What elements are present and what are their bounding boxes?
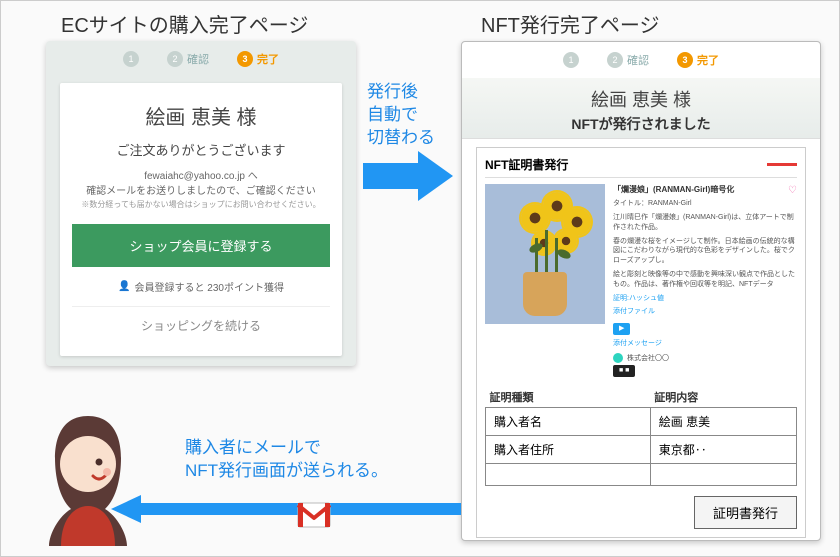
cell-buyer-name-value[interactable]: 絵画 恵美 (650, 408, 796, 436)
msg-label: 添付メッセージ (613, 339, 797, 349)
issue-certificate-button[interactable]: 証明書発行 (694, 496, 797, 529)
accent-bar (767, 163, 797, 166)
owner-dot-icon (613, 353, 623, 363)
progress-steps-r: 1 2確認 3完了 (462, 42, 820, 78)
step-1-r: 1 (563, 52, 579, 68)
cell-buyer-addr-value[interactable]: 東京都‥ (650, 436, 796, 464)
mail-annotation: 購入者にメールで NFT発行画面が送られる。 (185, 437, 388, 483)
app-badge[interactable]: ■ ■ (613, 365, 635, 377)
step-2: 2確認 (167, 51, 209, 67)
left-title: ECサイトの購入完了ページ (61, 9, 308, 38)
hash-label: 証明:ハッシュ値 (613, 294, 797, 304)
thanks-msg: ご注文ありがとうございます (72, 140, 330, 159)
cell-buyer-name-label[interactable]: 購入者名 (486, 408, 651, 436)
arrow-right-icon (363, 151, 453, 206)
progress-steps: 1 2確認 3完了 (46, 41, 356, 77)
order-card: 絵画 恵美 様 ご注文ありがとうございます fewaiahc@yahoo.co.… (60, 83, 342, 356)
step-1: 1 (123, 51, 139, 67)
customer-name: 絵画 恵美 様 (72, 101, 330, 130)
nft-issued-msg: NFTが発行されました (462, 114, 820, 134)
gmail-icon (297, 502, 331, 528)
ec-panel: 1 2確認 3完了 絵画 恵美 様 ご注文ありがとうございます fewaiahc… (46, 41, 356, 366)
certificate-table: 証明種類 証明内容 購入者名 絵画 恵美 購入者住所 東京都‥ (485, 387, 797, 486)
cell-buyer-addr-label[interactable]: 購入者住所 (486, 436, 651, 464)
artwork-image (485, 184, 605, 324)
artwork-desc3: 春の爛漫な桜をイメージして制作。日本絵画の伝統的な構図にこだわりながら現代的な色… (613, 237, 797, 266)
email-msg: 確認メールをお送りしましたので、ご確認ください (72, 184, 330, 199)
switch-annotation: 発行後 自動で 切替わる (367, 81, 435, 150)
cell-empty[interactable] (486, 464, 651, 486)
artwork-meta: ♡ 「爛漫娘」(RANMAN-Girl)暗号化 タイトル：RANMAN-Girl… (613, 184, 797, 377)
th-kind: 証明種類 (486, 387, 651, 408)
arrow-left-icon (111, 495, 461, 528)
table-row: 購入者名 絵画 恵美 (486, 408, 797, 436)
email-to: fewaiahc@yahoo.co.jp へ (72, 169, 330, 184)
table-row: 購入者住所 東京都‥ (486, 436, 797, 464)
nft-customer-name: 絵画 恵美 様 (462, 86, 820, 112)
artwork-title: 「爛漫娘」(RANMAN-Girl)暗号化 (613, 184, 797, 195)
heart-icon[interactable]: ♡ (788, 184, 797, 198)
cell-empty[interactable] (650, 464, 796, 486)
artwork-desc2: 江川晴巳作「爛漫娘」(RANMAN-Girl)は、立体アートで制作された作品。 (613, 213, 797, 233)
certificate-heading: NFT証明書発行 (485, 156, 797, 178)
step-2-r: 2確認 (607, 52, 649, 68)
twitter-badge[interactable]: ▶ (613, 323, 630, 335)
file-label: 添付ファイル (613, 307, 797, 317)
artwork-desc4: 絵と彫刻と映像等の中で感動を興味深い観点で作品としたもの。作品は、著作権や回収等… (613, 270, 797, 290)
th-content: 証明内容 (650, 387, 796, 408)
right-title: NFT発行完了ページ (481, 9, 659, 38)
email-note: ※数分経っても届かない場合はショップにお問い合わせください。 (72, 199, 330, 210)
step-3-r: 3完了 (677, 52, 719, 68)
buyer-avatar-icon (41, 406, 136, 546)
step-3: 3完了 (237, 51, 279, 67)
continue-shopping-link[interactable]: ショッピングを続ける (72, 306, 330, 344)
artwork-desc1: タイトル：RANMAN-Girl (613, 199, 797, 209)
table-row (486, 464, 797, 486)
certificate-box: NFT証明書発行 ♡ 「爛漫娘」(RANMAN-Girl)暗号化 タイトル：RA… (476, 147, 806, 538)
register-button[interactable]: ショップ会員に登録する (72, 224, 330, 267)
owner-name: 株式会社〇〇 (627, 355, 669, 362)
points-info: 👤 会員登録すると 230ポイント獲得 (72, 279, 330, 294)
nft-head: 絵画 恵美 様 NFTが発行されました (462, 78, 820, 139)
nft-panel: 1 2確認 3完了 絵画 恵美 様 NFTが発行されました NFT証明書発行 (461, 41, 821, 541)
person-icon: 👤 (118, 281, 130, 292)
